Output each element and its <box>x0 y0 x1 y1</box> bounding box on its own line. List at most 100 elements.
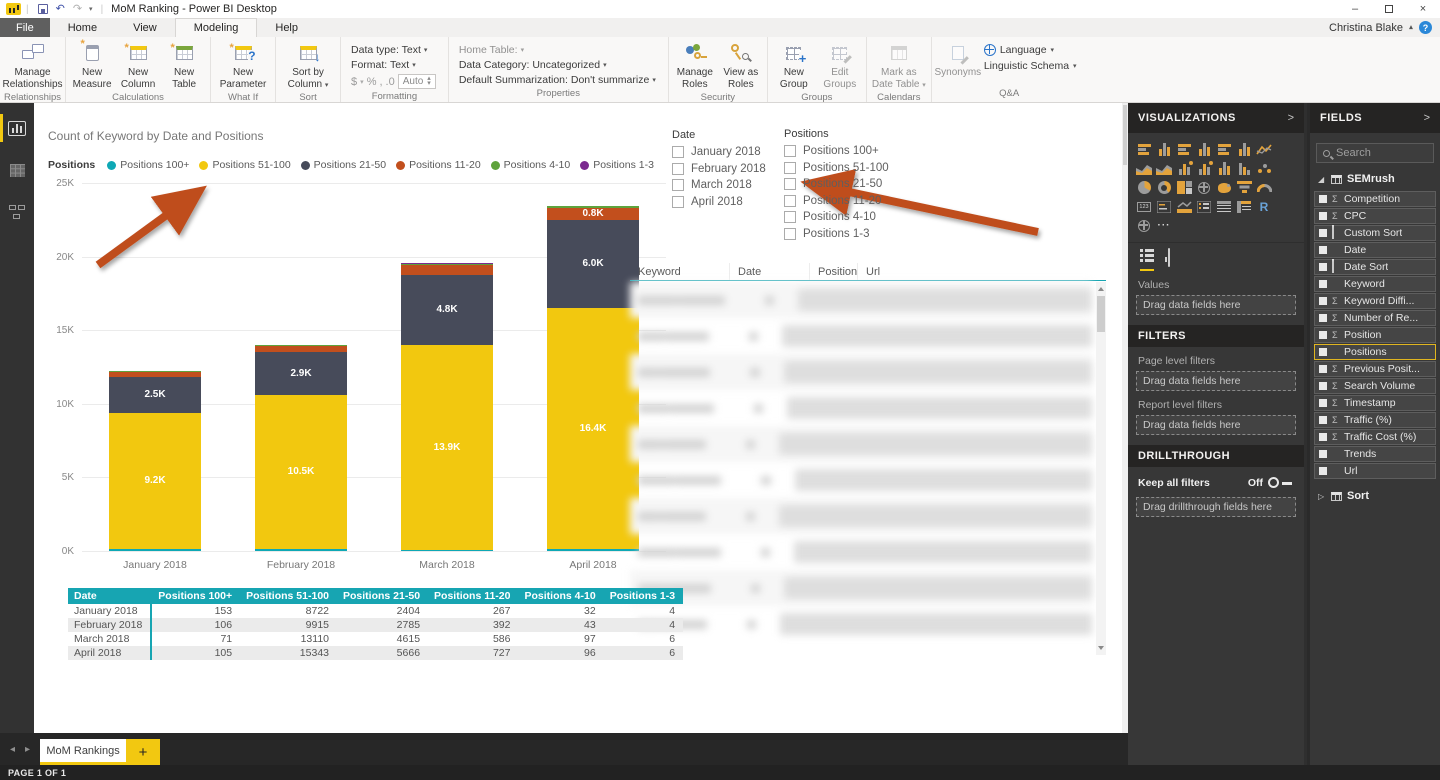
gauge-icon[interactable] <box>1254 178 1274 197</box>
field-checkbox-icon[interactable] <box>1319 382 1327 390</box>
more-options-icon[interactable]: ··· <box>1154 216 1174 235</box>
summary-column-header[interactable]: Positions 4-10 <box>518 588 603 604</box>
language-dropdown[interactable]: Language▾ <box>984 44 1077 56</box>
summary-row[interactable]: April 2018105153435666727966 <box>68 646 683 660</box>
new-table-button[interactable]: * New Table <box>162 40 206 90</box>
summary-column-header[interactable]: Positions 1-3 <box>604 588 683 604</box>
slicer-item[interactable]: Positions 1-3 <box>784 228 889 240</box>
scrollbar-thumb[interactable] <box>1097 296 1105 332</box>
model-view-button[interactable] <box>0 195 34 229</box>
data-category-dropdown[interactable]: Data Category: Uncategorized▾ <box>459 59 656 71</box>
checkbox-icon[interactable] <box>784 228 796 240</box>
new-measure-button[interactable]: * New Measure <box>70 40 114 90</box>
add-page-button[interactable]: + <box>126 739 160 765</box>
funnel-icon[interactable] <box>1234 178 1254 197</box>
field-checkbox-icon[interactable] <box>1319 399 1327 407</box>
stacked-bar-chart-icon[interactable] <box>1134 140 1154 159</box>
field-checkbox-icon[interactable] <box>1319 467 1327 475</box>
waterfall-chart-icon[interactable] <box>1234 159 1254 178</box>
legend-item[interactable]: Positions 11-20 <box>396 159 481 171</box>
matrix-icon[interactable] <box>1234 197 1254 216</box>
multi-row-card-icon[interactable] <box>1154 197 1174 216</box>
field-item-custom-sort[interactable]: Custom Sort <box>1314 225 1436 241</box>
scroll-up-icon[interactable] <box>1098 287 1104 291</box>
date-slicer[interactable]: Date January 2018February 2018March 2018… <box>672 129 766 212</box>
comma-format-button[interactable]: , <box>379 76 382 88</box>
decimal-auto-stepper[interactable]: Auto▴▾ <box>398 74 436 89</box>
slicer-item[interactable]: Positions 4-10 <box>784 211 889 223</box>
100-stacked-column-chart-icon[interactable] <box>1234 140 1254 159</box>
field-item-date[interactable]: Date <box>1314 242 1436 258</box>
field-checkbox-icon[interactable] <box>1319 195 1327 203</box>
field-item-keyword-diffi[interactable]: ΣKeyword Diffi... <box>1314 293 1436 309</box>
slicer-item[interactable]: Positions 11-20 <box>784 195 889 207</box>
default-summarization-dropdown[interactable]: Default Summarization: Don't summarize▾ <box>459 74 656 86</box>
account-name[interactable]: Christina Blake <box>1329 22 1403 34</box>
field-item-positions[interactable]: Positions <box>1314 344 1436 360</box>
field-item-keyword[interactable]: Keyword <box>1314 276 1436 292</box>
summary-matrix[interactable]: DatePositions 100+Positions 51-100Positi… <box>68 588 684 660</box>
currency-format-button[interactable]: $ <box>351 76 357 88</box>
report-view-button[interactable] <box>0 111 34 145</box>
redo-icon[interactable]: ↷ <box>73 4 82 15</box>
new-column-button[interactable]: * New Column <box>116 40 160 90</box>
manage-roles-button[interactable]: Manage Roles <box>673 40 717 90</box>
field-item-position[interactable]: ΣPosition <box>1314 327 1436 343</box>
field-checkbox-icon[interactable] <box>1319 297 1327 305</box>
page-tab-mom-rankings[interactable]: MoM Rankings <box>40 739 126 765</box>
visualizations-header[interactable]: VISUALIZATIONS > <box>1128 103 1304 133</box>
slicer-item[interactable]: Positions 51-100 <box>784 162 889 174</box>
tab-home[interactable]: Home <box>50 18 115 37</box>
checkbox-icon[interactable] <box>672 163 684 175</box>
field-checkbox-icon[interactable] <box>1319 280 1327 288</box>
collapse-fields-icon[interactable]: > <box>1424 112 1430 124</box>
fields-header[interactable]: FIELDS > <box>1310 103 1440 133</box>
field-item-timestamp[interactable]: ΣTimestamp <box>1314 395 1436 411</box>
field-item-number-of-re[interactable]: ΣNumber of Re... <box>1314 310 1436 326</box>
checkbox-icon[interactable] <box>672 146 684 158</box>
donut-chart-icon[interactable] <box>1154 178 1174 197</box>
slicer-icon[interactable] <box>1194 197 1214 216</box>
save-icon[interactable] <box>38 4 48 14</box>
checkbox-icon[interactable] <box>672 196 684 208</box>
drillthrough-drop-zone[interactable]: Drag drillthrough fields here <box>1136 497 1296 517</box>
manage-relationships-button[interactable]: Manage Relationships <box>5 40 61 90</box>
bar-segment[interactable] <box>255 346 347 353</box>
checkbox-icon[interactable] <box>784 145 796 157</box>
clustered-bar-chart-icon[interactable] <box>1174 140 1194 159</box>
scatter-chart-icon[interactable] <box>1254 159 1274 178</box>
field-checkbox-icon[interactable] <box>1319 416 1327 424</box>
keyword-detail-table[interactable]: KeywordDatePositionUrl <box>630 263 1106 655</box>
stacked-area-chart-icon[interactable] <box>1154 159 1174 178</box>
decimal-places-icon[interactable]: .0 <box>386 76 395 88</box>
legend-item[interactable]: Positions 51-100 <box>199 159 290 171</box>
tab-modeling[interactable]: Modeling <box>175 18 258 37</box>
field-item-previous-posit[interactable]: ΣPrevious Posit... <box>1314 361 1436 377</box>
clustered-column-chart-icon[interactable] <box>1194 140 1214 159</box>
detail-column-header[interactable]: Date <box>730 263 810 280</box>
stacked-bar[interactable]: 10.5K2.9K <box>255 345 347 551</box>
legend-item[interactable]: Positions 1-3 <box>580 159 654 171</box>
detail-table-scrollbar[interactable] <box>1096 282 1106 655</box>
legend-item[interactable]: Positions 4-10 <box>491 159 571 171</box>
collapse-table-icon[interactable]: ◢ <box>1318 175 1326 184</box>
report-canvas[interactable]: Count of Keyword by Date and Positions P… <box>34 103 1122 733</box>
slicer-item[interactable]: February 2018 <box>672 163 766 175</box>
checkbox-icon[interactable] <box>784 211 796 223</box>
field-checkbox-icon[interactable] <box>1319 450 1327 458</box>
card-icon[interactable]: 123 <box>1134 197 1154 216</box>
bar-segment[interactable]: 16.4K <box>547 308 639 549</box>
bar-segment[interactable]: 2.9K <box>255 352 347 395</box>
line-clustered-column-chart-icon[interactable] <box>1194 159 1214 178</box>
bar-segment[interactable]: 4.8K <box>401 275 493 346</box>
bar-segment[interactable]: 9.2K <box>109 413 201 548</box>
field-item-trends[interactable]: Trends <box>1314 446 1436 462</box>
keep-all-filters-toggle[interactable] <box>1268 477 1294 489</box>
pie-chart-icon[interactable] <box>1134 178 1154 197</box>
bar-segment[interactable] <box>401 550 493 551</box>
bar-segment[interactable]: 10.5K <box>255 395 347 550</box>
page-filters-drop-zone[interactable]: Drag data fields here <box>1136 371 1296 391</box>
bar-segment[interactable]: 2.5K <box>109 377 201 414</box>
table-icon[interactable] <box>1214 197 1234 216</box>
legend-item[interactable]: Positions 100+ <box>107 159 189 171</box>
